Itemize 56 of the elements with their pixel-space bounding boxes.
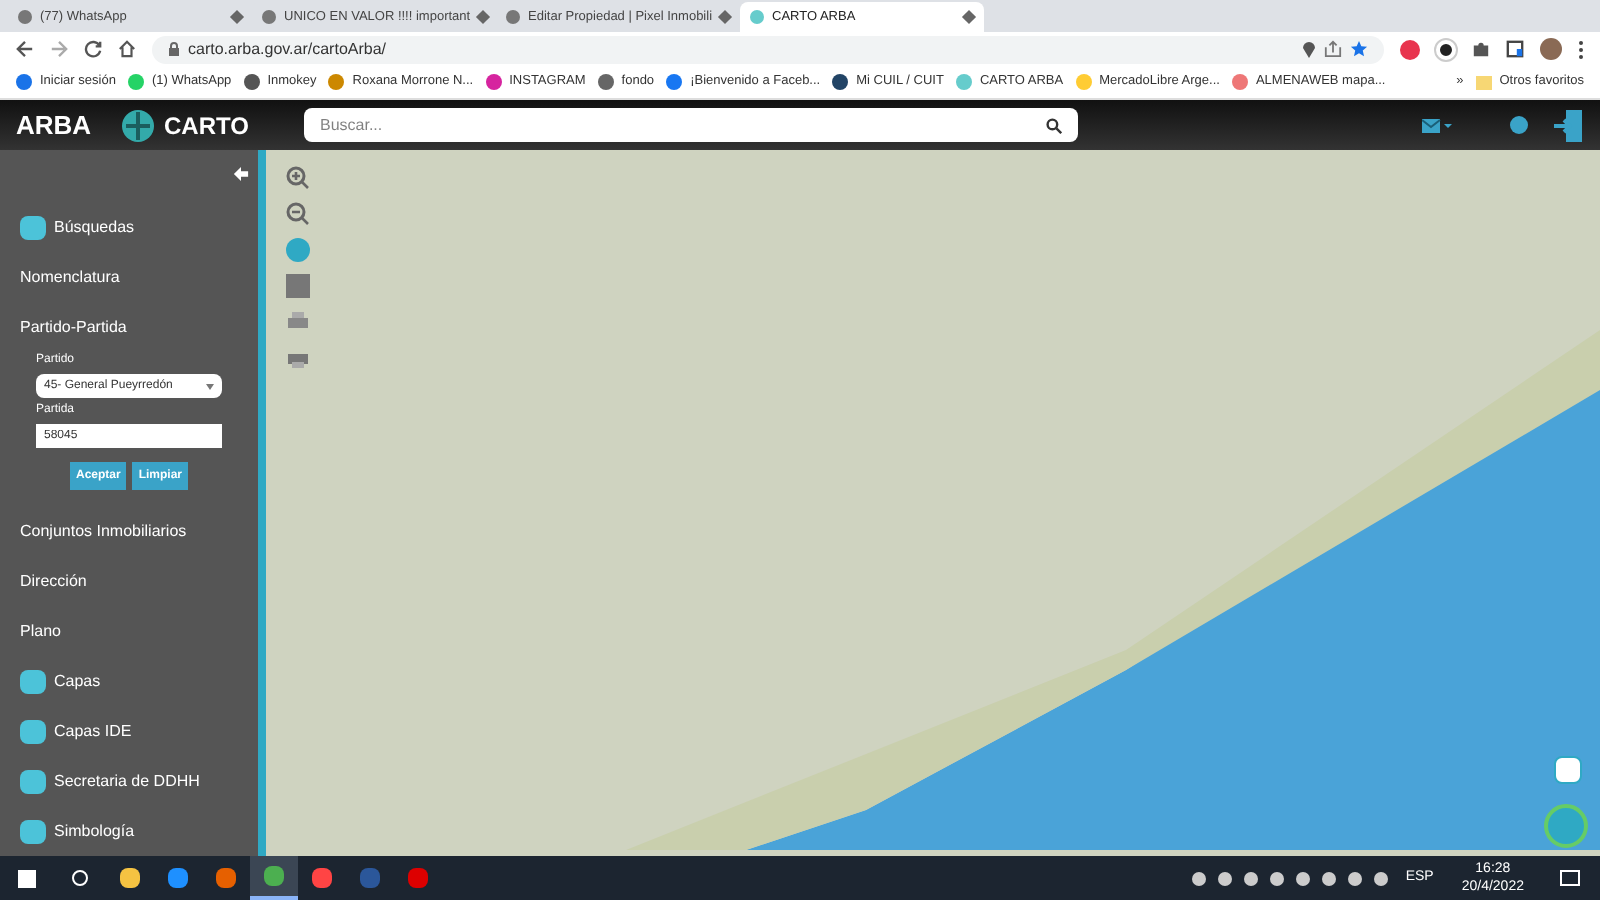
logo-icon xyxy=(120,107,156,143)
locate-button[interactable] xyxy=(1554,756,1582,784)
sidebar-item[interactable]: Capas IDE xyxy=(54,719,132,743)
sidebar-item[interactable]: Partido-Partida xyxy=(0,302,258,352)
kebab-menu-icon[interactable] xyxy=(1578,39,1584,60)
sidebar-item[interactable]: Conjuntos Inmobiliarios xyxy=(0,506,258,556)
logout-icon[interactable] xyxy=(1552,107,1584,143)
share-icon[interactable] xyxy=(1324,40,1342,59)
reload-icon[interactable] xyxy=(84,40,102,59)
favicon-icon xyxy=(666,74,683,91)
location-pin-icon[interactable] xyxy=(1302,40,1316,59)
favicon-icon xyxy=(485,74,502,91)
lock-icon xyxy=(168,42,180,57)
sidebar-item[interactable]: Simbología xyxy=(54,819,135,843)
search-field[interactable]: Buscar... xyxy=(320,113,1046,137)
puzzle-icon[interactable] xyxy=(1472,40,1490,59)
search-icon[interactable] xyxy=(1046,117,1062,133)
mail-icon[interactable] xyxy=(1422,117,1454,133)
back-icon[interactable] xyxy=(16,40,34,59)
zoom-in-icon[interactable] xyxy=(286,166,310,190)
favicon-icon xyxy=(955,74,972,91)
address-bar[interactable]: carto.arba.gov.ar/cartoArba/ xyxy=(152,35,1384,64)
sidebar-item[interactable]: Capas xyxy=(54,669,101,693)
search-bar[interactable]: Buscar... xyxy=(304,108,1078,142)
sidebar-item[interactable]: Dirección xyxy=(0,556,258,606)
favicon-icon xyxy=(262,10,276,25)
collapse-arrow-icon[interactable] xyxy=(232,166,250,182)
favicon-icon xyxy=(1075,74,1092,91)
home-icon[interactable] xyxy=(118,40,136,59)
sidebar-item[interactable]: Nomenclatura xyxy=(0,252,258,302)
favicon-icon xyxy=(832,74,849,91)
zoom-out-icon[interactable] xyxy=(286,202,310,226)
favicon-icon xyxy=(597,74,614,91)
sidebar-item[interactable]: Búsquedas xyxy=(54,215,135,239)
brand-name: ARBA xyxy=(16,107,94,144)
taskbar-button[interactable] xyxy=(250,856,298,900)
notification-icon[interactable] xyxy=(1560,870,1580,886)
favicon-icon xyxy=(750,10,764,25)
start-icon[interactable] xyxy=(18,869,36,887)
url-text: carto.arba.gov.ar/cartoArba/ xyxy=(188,37,387,62)
caret-icon xyxy=(206,383,214,389)
favicon-icon xyxy=(506,10,520,25)
profile-avatar[interactable] xyxy=(1540,38,1562,61)
sidebar-panel-icon[interactable] xyxy=(1506,40,1524,59)
logo-text: CARTO xyxy=(164,109,249,143)
favicon-icon xyxy=(243,74,260,91)
favicon-icon xyxy=(328,74,345,91)
sidebar-item[interactable]: Secretaria de DDHH xyxy=(54,769,200,793)
favicon-icon xyxy=(127,74,144,91)
star-icon[interactable] xyxy=(1350,40,1368,59)
folder-icon xyxy=(1475,75,1492,90)
favicon-icon xyxy=(16,74,32,91)
favicon-icon xyxy=(18,10,32,25)
favicon-icon xyxy=(1231,74,1248,91)
sidebar-item[interactable]: Plano xyxy=(0,606,258,656)
extension-icon[interactable] xyxy=(1436,39,1456,60)
